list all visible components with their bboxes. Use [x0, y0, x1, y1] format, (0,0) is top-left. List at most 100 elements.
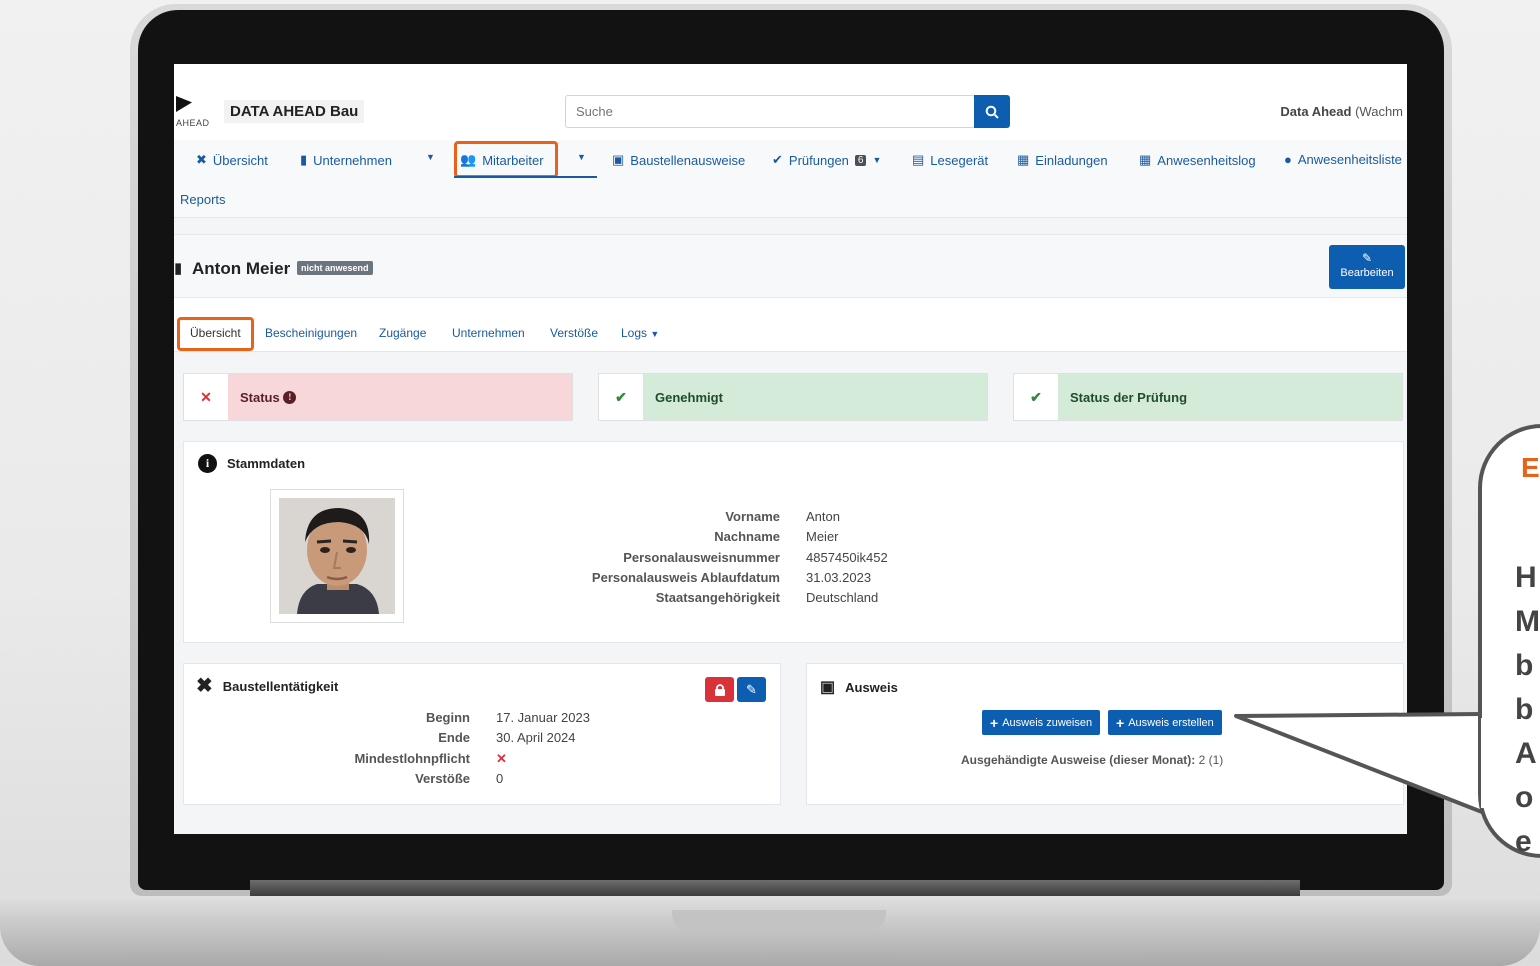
- nav-item-unternehmen[interactable]: ▮ Unternehmen: [300, 152, 392, 168]
- baustelle-fields: Beginn 17. Januar 2023 Ende 30. April 2024…: [274, 710, 590, 791]
- callout-line: H: [1515, 561, 1537, 594]
- tab-bescheinigungen[interactable]: Bescheinigungen: [265, 326, 357, 340]
- baustelle-title-text: Baustellentätigkeit: [222, 678, 339, 694]
- app-logo[interactable]: AHEAD: [176, 96, 210, 132]
- nav-unternehmen-dropdown[interactable]: ▼: [426, 152, 435, 162]
- nav-item-baustellenausweise[interactable]: ▣ Baustellenausweise: [612, 152, 745, 168]
- pencil-icon: ✎: [1361, 251, 1373, 265]
- field-row: Mindestlohnpflicht ✕: [274, 751, 590, 771]
- info-icon: i: [198, 454, 217, 473]
- create-badge-button[interactable]: + Ausweis erstellen: [1108, 710, 1222, 735]
- laptop-notch: [672, 910, 886, 932]
- field-key: Personalausweisnummer: [623, 549, 780, 565]
- tab-zugaenge[interactable]: Zugänge: [379, 326, 426, 340]
- portrait-image: [279, 498, 395, 614]
- alert-icon: !: [283, 390, 297, 404]
- logo-mark-icon: [176, 96, 192, 112]
- callout-line: b: [1515, 649, 1534, 682]
- status-card-pruefung: ✔ Status der Prüfung: [1013, 373, 1403, 421]
- nav-label: Anwesenheitsliste: [1297, 152, 1402, 167]
- lock-icon: [714, 684, 725, 696]
- nav-item-uebersicht[interactable]: ✖ Übersicht: [196, 152, 268, 168]
- building-icon: ▮: [300, 152, 308, 167]
- assign-badge-button[interactable]: + Ausweis zuweisen: [982, 710, 1101, 735]
- field-key: Ende: [438, 730, 470, 746]
- field-row: Personalausweis Ablaufdatum 31.03.2023: [584, 570, 888, 590]
- user-icon: ▮: [174, 260, 183, 277]
- clock-icon: ●: [1284, 152, 1292, 167]
- id-badge-icon: ▣: [820, 679, 836, 696]
- stammdaten-title-text: Stammdaten: [227, 456, 306, 471]
- tab-unternehmen[interactable]: Unternehmen: [452, 326, 525, 340]
- calendar-icon: ▦: [1139, 152, 1152, 167]
- nav-item-anwesenheitsliste[interactable]: ● Anwesenheitsliste: [1284, 152, 1402, 167]
- card-reader-icon: ▤: [912, 152, 925, 167]
- nav-label: Unternehmen: [313, 152, 392, 168]
- issued-badges-label: Ausgehändigte Ausweise (dieser Monat):: [961, 753, 1196, 767]
- pruefungen-count-badge: 6: [854, 154, 867, 166]
- status-card-label: Genehmigt: [643, 374, 987, 420]
- callout-line: M: [1515, 605, 1540, 638]
- person-name: Anton Meier: [192, 259, 291, 278]
- caret-down-icon: ▼: [650, 329, 660, 339]
- user-menu[interactable]: Data Ahead (Wachm: [1280, 104, 1403, 119]
- tools-icon: ✖: [196, 675, 213, 697]
- field-value: Deutschland: [806, 590, 879, 606]
- caret-down-icon: ▼: [577, 152, 586, 162]
- field-row: Personalausweisnummer 4857450ik452: [584, 550, 888, 570]
- baustelle-title: ✖ Baustellentätigkeit: [196, 675, 339, 697]
- callout-line: A: [1515, 737, 1537, 770]
- field-value: 17. Januar 2023: [496, 710, 590, 725]
- caret-down-icon: ▼: [426, 152, 435, 162]
- logo-text: AHEAD: [176, 118, 210, 128]
- nav-item-pruefungen[interactable]: ✔ Prüfungen 6 ▼: [772, 152, 881, 168]
- nav-item-lesegeraet[interactable]: ▤ Lesegerät: [912, 152, 988, 168]
- caret-down-icon: ▼: [872, 155, 882, 165]
- person-tabs: Übersicht Bescheinigungen Zugänge Untern…: [174, 298, 1407, 352]
- field-value: 4857450ik452: [806, 549, 888, 565]
- search-button[interactable]: [974, 95, 1010, 128]
- field-key: Staatsangehörigkeit: [655, 590, 780, 606]
- nav-item-anwesenheitslog[interactable]: ▦ Anwesenheitslog: [1139, 152, 1256, 168]
- plus-icon: +: [1116, 714, 1125, 731]
- id-badge-icon: ▣: [612, 152, 625, 167]
- top-bar: AHEAD DATA AHEAD Bau Data Ahead (Wachm: [174, 64, 1407, 140]
- nav-item-reports[interactable]: Reports: [180, 192, 226, 207]
- check-icon: ✔: [1014, 374, 1058, 420]
- field-value: Anton: [806, 509, 840, 524]
- field-key: Mindestlohnpflicht: [354, 750, 470, 766]
- field-row: Ende 30. April 2024: [274, 730, 590, 750]
- nav-item-einladungen[interactable]: ▦ Einladungen: [1017, 152, 1108, 168]
- tab-verstoesse[interactable]: Verstöße: [550, 326, 598, 340]
- nav-mitarbeiter-dropdown[interactable]: ▼: [577, 152, 586, 162]
- edit-baustelle-button[interactable]: ✎: [737, 677, 766, 702]
- callout-line: e: [1515, 825, 1532, 858]
- lock-button[interactable]: [705, 677, 734, 702]
- pencil-icon: ✎: [746, 681, 757, 697]
- callout-line: o: [1515, 781, 1534, 814]
- field-value: 0: [496, 770, 504, 786]
- invite-icon: ▦: [1017, 152, 1030, 167]
- cross-icon: ✕: [184, 374, 228, 420]
- nav-label: Lesegerät: [930, 152, 989, 168]
- callout-text: HMbbAoe: [1515, 556, 1540, 864]
- stammdaten-fields: Vorname Anton Nachname Meier Personalauswe…: [584, 509, 888, 610]
- tab-logs-label: Logs: [621, 326, 648, 340]
- field-value: Meier: [806, 529, 839, 545]
- field-row: Verstöße 0: [274, 771, 590, 791]
- status-card-status: ✕ Status !: [183, 373, 573, 421]
- ausweis-title-text: Ausweis: [845, 679, 898, 695]
- tab-logs[interactable]: Logs ▼: [621, 326, 659, 340]
- check-icon: ✔: [772, 152, 783, 167]
- field-key: Vorname: [725, 509, 780, 524]
- person-photo: [270, 489, 404, 623]
- search-input[interactable]: [565, 95, 975, 128]
- company-name[interactable]: DATA AHEAD Bau: [224, 100, 365, 123]
- ausweis-title: ▣ Ausweis: [820, 677, 898, 697]
- user-role: (Wachm: [1355, 104, 1403, 119]
- edit-button[interactable]: ✎ Bearbeiten: [1329, 245, 1405, 289]
- main-navigation: ✖ Übersicht ▮ Unternehmen ▼ 👥 Mitarbeiter ▼…: [174, 140, 1407, 218]
- person-header: ▮ Anton Meier nicht anwesend ✎ Bearbeite…: [174, 234, 1407, 298]
- field-row: Staatsangehörigkeit Deutschland: [584, 590, 888, 610]
- portrait-drawing: [279, 498, 395, 614]
